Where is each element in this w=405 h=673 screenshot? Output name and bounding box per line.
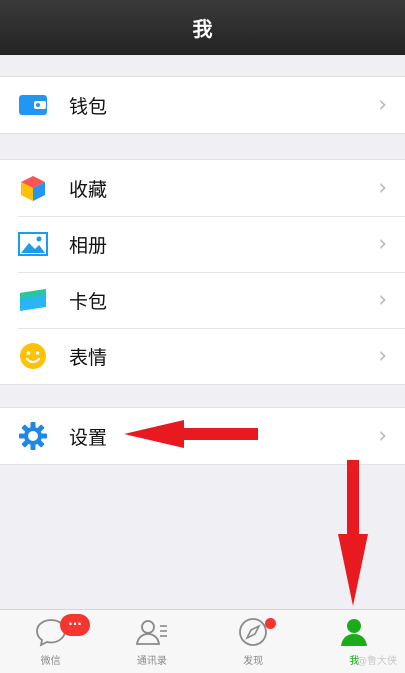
menu-item-favorites[interactable]: 收藏 ›	[0, 160, 405, 216]
menu-item-stickers[interactable]: 表情 ›	[0, 328, 405, 384]
tab-label: 发现	[243, 656, 264, 667]
menu-item-label: 设置	[69, 426, 108, 449]
tab-discover[interactable]: 发现	[203, 610, 304, 673]
menu-item-label: 收藏	[69, 178, 108, 201]
wallet-icon	[18, 90, 48, 120]
menu-item-label: 卡包	[69, 290, 108, 313]
settings-group: 设置 ›	[0, 407, 405, 465]
chevron-right-icon: ›	[378, 343, 387, 369]
chevron-right-icon: ›	[378, 175, 387, 201]
watermark: @鲁大侠	[357, 656, 397, 667]
person-icon	[334, 614, 374, 650]
unread-badge: ···	[60, 614, 90, 636]
contacts-icon	[132, 614, 172, 650]
chevron-right-icon: ›	[378, 231, 387, 257]
menu-item-card-pack[interactable]: 卡包 ›	[0, 272, 405, 328]
annotation-arrow-down	[338, 460, 368, 606]
collection-group: 收藏 › 相册 › 卡包 › 表情 ›	[0, 159, 405, 385]
menu-item-wallet[interactable]: 钱包 ›	[0, 77, 405, 133]
new-dot-indicator	[264, 618, 276, 629]
tab-label: 微信	[40, 656, 61, 667]
menu-item-label: 相册	[69, 234, 108, 257]
menu-item-label: 表情	[69, 346, 108, 369]
menu-item-settings[interactable]: 设置 ›	[0, 408, 405, 464]
photo-icon	[18, 229, 48, 259]
cube-icon	[18, 173, 48, 203]
gear-icon	[18, 421, 48, 451]
chevron-right-icon: ›	[378, 92, 387, 118]
tab-bar: 微信 ··· 通讯录 发现 我 @鲁大侠	[0, 609, 405, 673]
smiley-icon	[18, 341, 48, 371]
tab-chats[interactable]: 微信 ···	[0, 610, 101, 673]
menu-item-label: 钱包	[69, 95, 108, 118]
wallet-group: 钱包 ›	[0, 76, 405, 134]
tab-contacts[interactable]: 通讯录	[101, 610, 202, 673]
card-icon	[18, 285, 48, 315]
chevron-right-icon: ›	[378, 423, 387, 449]
menu-item-album[interactable]: 相册 ›	[0, 216, 405, 272]
nav-bar: 我	[0, 0, 405, 55]
chevron-right-icon: ›	[378, 287, 387, 313]
page-title: 我	[192, 17, 213, 41]
tab-label: 通讯录	[136, 656, 167, 667]
